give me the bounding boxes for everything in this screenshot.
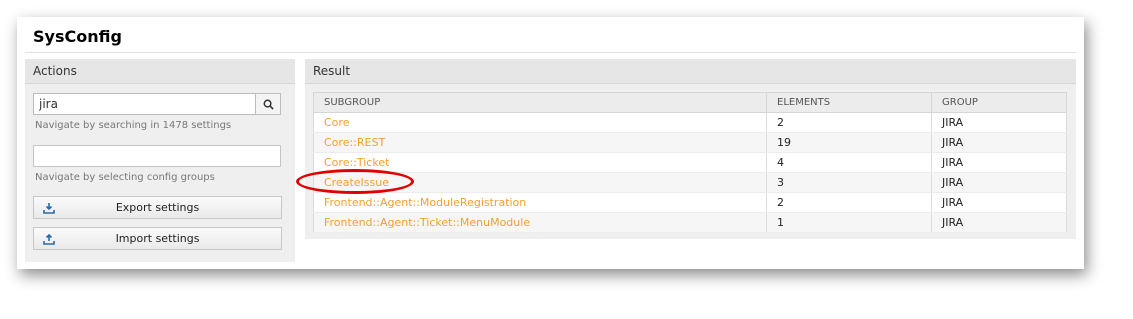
table-row[interactable]: Core::Ticket 4 JIRA	[313, 152, 1067, 173]
subgroup-cell: Core::REST	[313, 132, 767, 153]
group-cell: JIRA	[931, 192, 1067, 213]
upload-icon	[43, 233, 55, 248]
subgroup-link[interactable]: Core::Ticket	[324, 156, 389, 169]
table-row[interactable]: CreateIssue 3 JIRA	[313, 172, 1067, 193]
title-divider	[25, 52, 1076, 53]
export-settings-label: Export settings	[115, 201, 200, 214]
group-cell: JIRA	[931, 112, 1067, 133]
subgroup-link[interactable]: Core	[324, 116, 349, 129]
sysconfig-card: SysConfig Actions Navigate by searching …	[17, 17, 1084, 269]
subgroup-link[interactable]: Core::REST	[324, 136, 385, 149]
search-box	[33, 93, 281, 115]
group-cell: JIRA	[931, 212, 1067, 233]
group-hint: Navigate by selecting config groups	[35, 172, 215, 183]
subgroup-link[interactable]: CreateIssue	[324, 176, 389, 189]
result-table: SUBGROUP ELEMENTS GROUP Core 2 JIRA Core…	[313, 92, 1067, 233]
column-header-subgroup[interactable]: SUBGROUP	[313, 92, 767, 113]
column-header-group[interactable]: GROUP	[931, 92, 1067, 113]
table-row[interactable]: Core 2 JIRA	[313, 112, 1067, 133]
actions-header: Actions	[25, 59, 295, 84]
subgroup-link[interactable]: Frontend::Agent::ModuleRegistration	[324, 196, 526, 209]
subgroup-cell: Frontend::Agent::ModuleRegistration	[313, 192, 767, 213]
group-cell: JIRA	[931, 132, 1067, 153]
subgroup-cell: Core::Ticket	[313, 152, 767, 173]
elements-cell: 1	[766, 212, 932, 233]
group-cell: JIRA	[931, 152, 1067, 173]
download-icon	[43, 202, 55, 217]
search-button[interactable]	[255, 94, 280, 114]
subgroup-link[interactable]: Frontend::Agent::Ticket::MenuModule	[324, 216, 530, 229]
table-row[interactable]: Frontend::Agent::ModuleRegistration 2 JI…	[313, 192, 1067, 213]
import-settings-label: Import settings	[115, 232, 200, 245]
config-group-select[interactable]	[33, 145, 281, 167]
table-row[interactable]: Core::REST 19 JIRA	[313, 132, 1067, 153]
elements-cell: 2	[766, 192, 932, 213]
elements-cell: 4	[766, 152, 932, 173]
page-title: SysConfig	[33, 27, 122, 46]
search-hint: Navigate by searching in 1478 settings	[35, 120, 232, 131]
group-cell: JIRA	[931, 172, 1067, 193]
actions-panel: Actions Navigate by searching in 1478 se…	[25, 59, 295, 262]
elements-cell: 2	[766, 112, 932, 133]
subgroup-cell: Core	[313, 112, 767, 133]
result-panel: Result SUBGROUP ELEMENTS GROUP Core 2 JI…	[305, 59, 1076, 239]
subgroup-cell: Frontend::Agent::Ticket::MenuModule	[313, 212, 767, 233]
search-input[interactable]	[34, 94, 256, 114]
table-row[interactable]: Frontend::Agent::Ticket::MenuModule 1 JI…	[313, 212, 1067, 233]
elements-cell: 3	[766, 172, 932, 193]
subgroup-cell: CreateIssue	[313, 172, 767, 193]
elements-cell: 19	[766, 132, 932, 153]
import-settings-button[interactable]: Import settings	[33, 227, 282, 250]
export-settings-button[interactable]: Export settings	[33, 196, 282, 219]
search-icon	[263, 99, 274, 110]
column-header-elements[interactable]: ELEMENTS	[766, 92, 932, 113]
result-header: Result	[305, 59, 1076, 84]
table-header-row: SUBGROUP ELEMENTS GROUP	[313, 92, 1067, 113]
